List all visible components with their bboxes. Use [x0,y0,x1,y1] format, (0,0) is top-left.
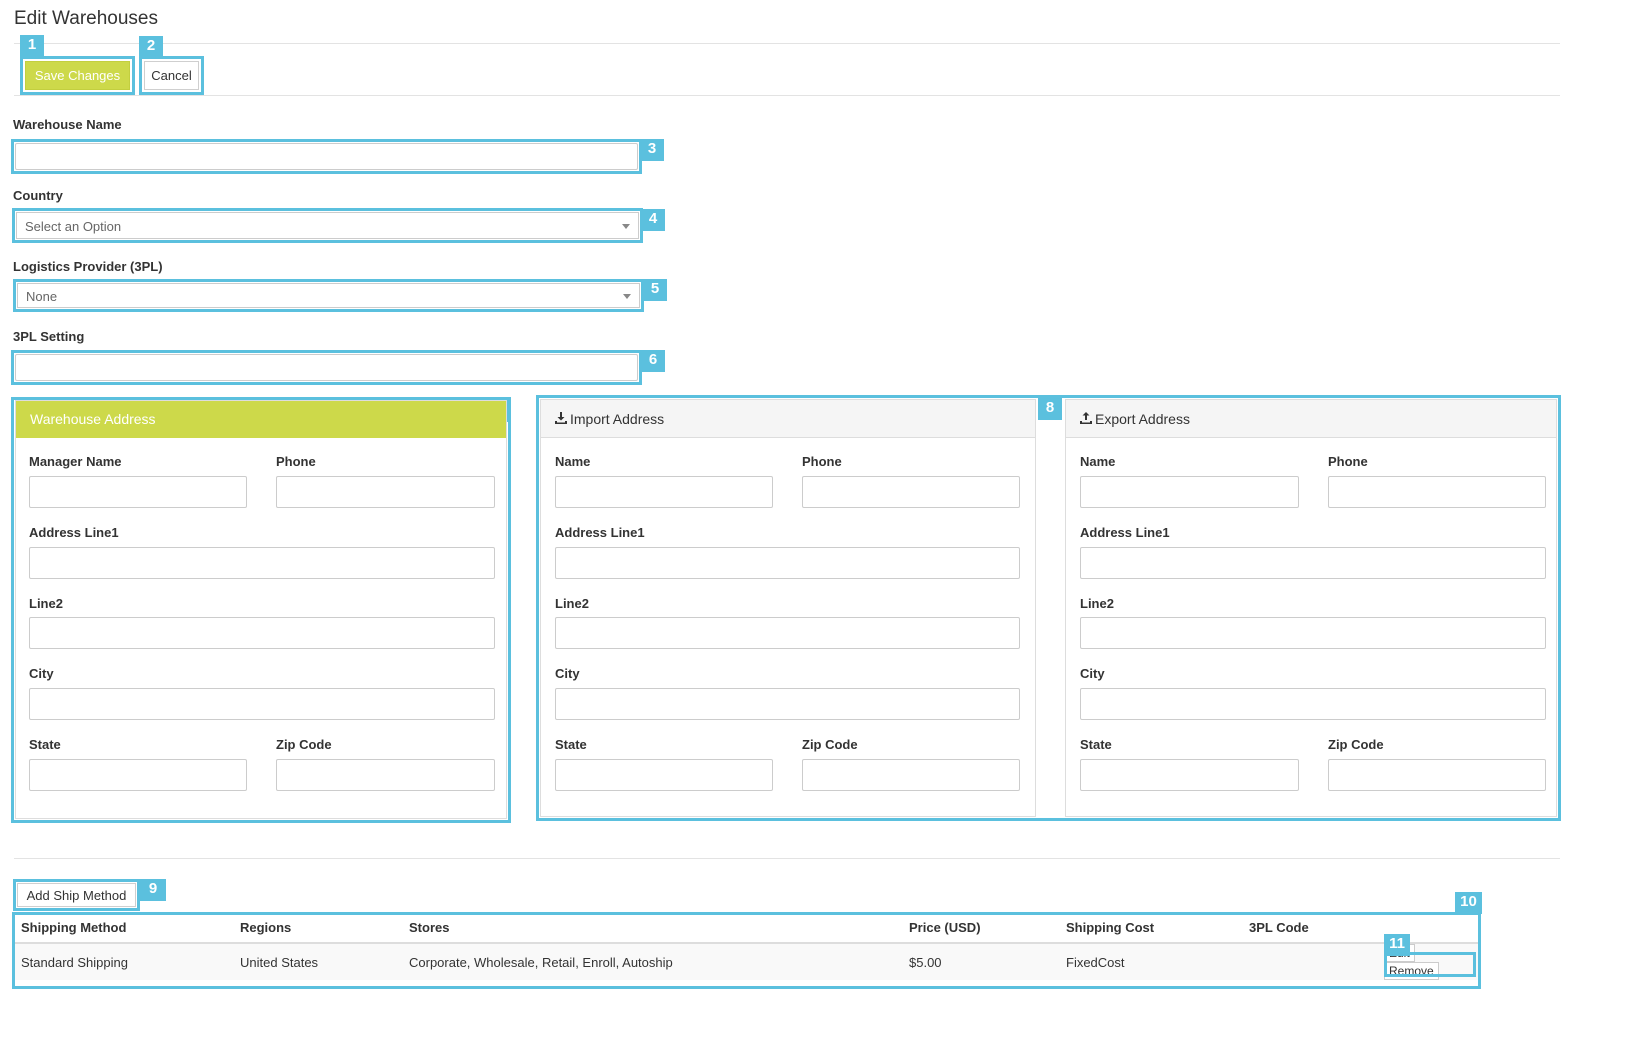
manager-name-label: Manager Name [29,454,122,469]
column-header-stores: Stores [403,913,903,944]
3pl-setting-input[interactable] [15,354,638,381]
city-label: City [29,666,54,681]
column-header-price: Price (USD) [903,913,1060,944]
3pl-setting-label: 3PL Setting [13,329,85,344]
column-header-shipping-cost: Shipping Cost [1060,913,1243,944]
export-line2-label: Line2 [1080,596,1114,611]
export-address-panel: Export Address [1065,399,1557,817]
import-name-input[interactable] [555,476,773,508]
callout-badge-6: 6 [641,350,665,372]
table-header-row: Shipping Method Regions Stores Price (US… [15,913,1478,944]
import-name-label: Name [555,454,591,469]
import-address-title: Import Address [570,411,665,427]
export-zip-input[interactable] [1328,759,1546,791]
export-city-input[interactable] [1080,688,1546,720]
import-line2-label: Line2 [555,596,589,611]
import-zip-label: Zip Code [802,737,858,752]
page-title: Edit Warehouses [14,8,158,29]
divider [14,95,1560,96]
cell-regions: United States [234,943,403,980]
download-icon [555,401,567,439]
import-state-label: State [555,737,587,752]
upload-icon [1080,401,1092,439]
country-label: Country [13,188,63,203]
chevron-down-icon [623,294,631,299]
import-state-input[interactable] [555,759,773,791]
import-phone-input[interactable] [802,476,1020,508]
import-address-header: Import Address [541,400,1035,438]
callout-badge-1: 1 [20,35,44,57]
warehouse-name-input[interactable] [15,143,638,170]
export-address-line1-label: Address Line1 [1080,525,1170,540]
column-header-regions: Regions [234,913,403,944]
callout-badge-4: 4 [641,209,665,231]
divider [14,43,1560,44]
import-city-input[interactable] [555,688,1020,720]
cancel-button[interactable]: Cancel [144,61,199,90]
callout-badge-3: 3 [640,139,664,161]
warehouse-name-label: Warehouse Name [13,117,122,132]
zip-code-label: Zip Code [276,737,332,752]
cell-price: $5.00 [903,943,1060,980]
export-state-input[interactable] [1080,759,1299,791]
import-phone-label: Phone [802,454,842,469]
export-line2-input[interactable] [1080,617,1546,649]
import-line2-input[interactable] [555,617,1020,649]
divider [14,858,1560,859]
cell-shipping-method: Standard Shipping [15,943,234,980]
state-input[interactable] [29,759,247,791]
address-line2-input[interactable] [29,617,495,649]
export-name-label: Name [1080,454,1116,469]
import-address-line1-label: Address Line1 [555,525,645,540]
export-phone-input[interactable] [1328,476,1546,508]
add-ship-method-button[interactable]: Add Ship Method [17,883,136,907]
callout-badge-10: 10 [1455,892,1482,914]
ship-methods-table: Shipping Method Regions Stores Price (US… [15,913,1478,980]
export-name-input[interactable] [1080,476,1299,508]
callout-badge-8: 8 [1038,398,1062,420]
save-changes-button[interactable]: Save Changes [25,61,130,90]
callout-badge-9: 9 [140,879,166,901]
export-city-label: City [1080,666,1105,681]
table-row: Standard Shipping United States Corporat… [15,943,1478,980]
callout-badge-2: 2 [139,36,163,58]
import-address-panel: Import Address [540,399,1036,817]
export-address-line1-input[interactable] [1080,547,1546,579]
callout-badge-11: 11 [1384,934,1410,956]
logistics-provider-label: Logistics Provider (3PL) [13,259,163,274]
callout-badge-5: 5 [643,279,667,301]
logistics-provider-value: None [26,289,58,304]
export-address-header: Export Address [1066,400,1556,438]
address-line2-label: Line2 [29,596,63,611]
cell-stores: Corporate, Wholesale, Retail, Enroll, Au… [403,943,903,980]
logistics-provider-select[interactable]: None [17,283,640,308]
export-address-title: Export Address [1095,411,1190,427]
export-phone-label: Phone [1328,454,1368,469]
manager-name-input[interactable] [29,476,247,508]
chevron-down-icon [622,224,630,229]
state-label: State [29,737,61,752]
cell-3pl-code [1243,943,1378,980]
column-header-3pl-code: 3PL Code [1243,913,1378,944]
city-input[interactable] [29,688,495,720]
phone-label: Phone [276,454,316,469]
import-address-line1-input[interactable] [555,547,1020,579]
column-header-shipping-method: Shipping Method [15,913,234,944]
address-line1-input[interactable] [29,547,495,579]
country-select[interactable]: Select an Option [16,212,639,239]
export-state-label: State [1080,737,1112,752]
cell-shipping-cost: FixedCost [1060,943,1243,980]
import-city-label: City [555,666,580,681]
import-zip-input[interactable] [802,759,1020,791]
country-select-value: Select an Option [25,219,122,234]
address-line1-label: Address Line1 [29,525,119,540]
phone-input[interactable] [276,476,495,508]
zip-code-input[interactable] [276,759,495,791]
export-zip-label: Zip Code [1328,737,1384,752]
warehouse-address-title: Warehouse Address [16,401,506,438]
